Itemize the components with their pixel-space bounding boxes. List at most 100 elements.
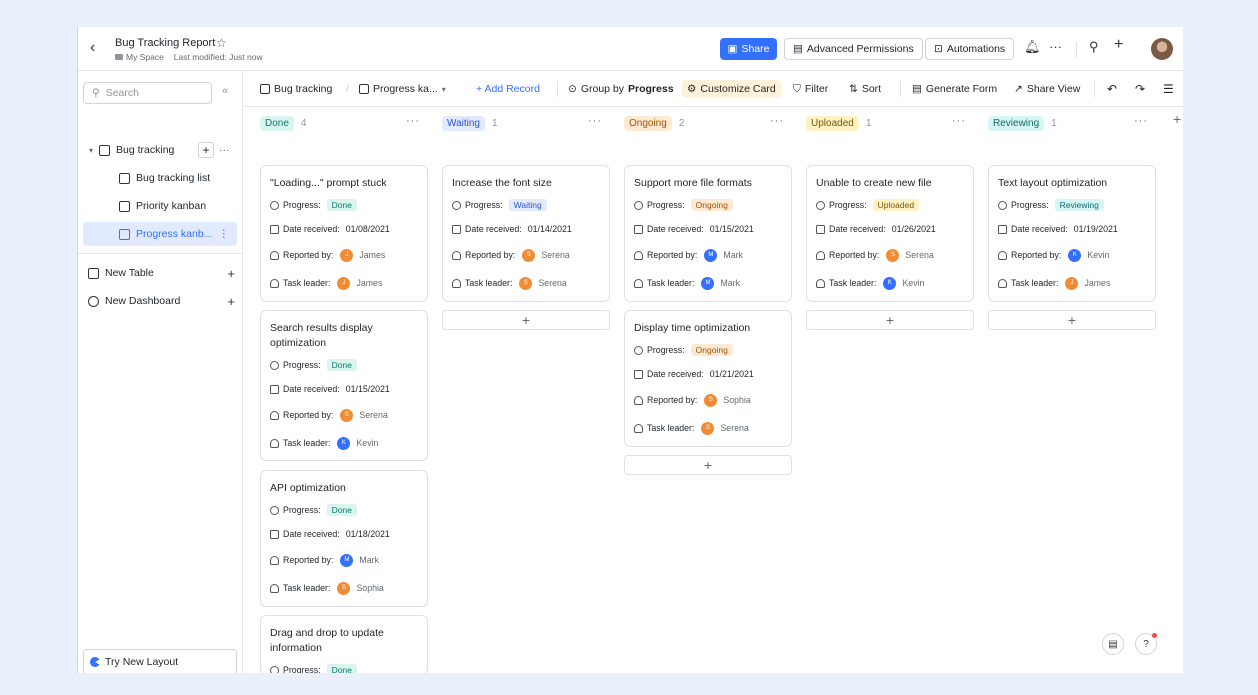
person-icon	[634, 395, 643, 405]
sidebar-view-progress-kanban[interactable]: Progress kanb... ⋮	[83, 222, 237, 246]
grid-view-icon	[119, 172, 130, 184]
sort-button[interactable]: ⇅ Sort	[849, 80, 881, 98]
column-status-tag[interactable]: Uploaded	[806, 116, 859, 131]
record-card[interactable]: API optimization Progress: Done Date receiv…	[260, 470, 428, 607]
add-column-icon[interactable]: +	[1173, 111, 1181, 127]
generate-form-button[interactable]: ▤ Generate Form	[912, 80, 997, 98]
help-icon[interactable]: ?	[1135, 633, 1157, 655]
bell-icon[interactable]: 🔔︎	[1024, 39, 1041, 55]
column-status-tag[interactable]: Reviewing	[988, 116, 1045, 131]
view-switcher[interactable]: Progress ka... ▾	[359, 80, 446, 98]
share-button[interactable]: ▣ Share	[720, 38, 777, 60]
add-dashboard-icon[interactable]: +	[227, 294, 235, 309]
more-icon[interactable]: ···	[219, 144, 230, 156]
search-input[interactable]: ⚲ Search	[83, 82, 212, 104]
field-label: Date received:	[283, 529, 340, 539]
card-field: Progress: Done	[270, 663, 357, 673]
leader-avatar: J	[1065, 276, 1079, 290]
column-status-tag[interactable]: Done	[260, 116, 294, 131]
calendar-icon	[634, 369, 643, 379]
caret-down-icon: ▾	[441, 84, 446, 94]
record-card[interactable]: Support more file formats Progress: Ongoin…	[624, 165, 792, 302]
person-icon	[452, 278, 461, 288]
reporter-name: Serena	[905, 250, 934, 260]
try-new-layout-button[interactable]: Try New Layout	[83, 649, 237, 673]
column-count: 4	[300, 118, 307, 129]
add-table-icon[interactable]: +	[227, 266, 235, 281]
column-more-icon[interactable]: ···	[1134, 115, 1148, 127]
add-card-button[interactable]: +	[806, 310, 974, 330]
card-field: Progress: Uploaded	[816, 198, 920, 212]
add-card-button[interactable]: +	[624, 455, 792, 475]
back-arrow-icon[interactable]: ‹	[90, 39, 95, 57]
filter-button[interactable]: ⛉ Filter	[793, 80, 828, 98]
sidebar-new-dashboard[interactable]: New Dashboard +	[78, 289, 243, 313]
record-card[interactable]: Text layout optimization Progress: Reviewi…	[988, 165, 1156, 302]
column-more-icon[interactable]: ···	[952, 115, 966, 127]
person-icon	[998, 278, 1007, 288]
date-value: 01/14/2021	[527, 224, 572, 234]
field-label: Task leader:	[283, 583, 331, 593]
kanban-icon	[119, 200, 130, 212]
sidebar-view-list[interactable]: Bug tracking list	[78, 166, 243, 190]
column-status-tag[interactable]: Waiting	[442, 116, 485, 131]
advanced-permissions-button[interactable]: ▤ Advanced Permissions	[784, 38, 923, 60]
progress-pill: Waiting	[508, 199, 547, 211]
record-card[interactable]: Display time optimization Progress: Ongoin…	[624, 310, 792, 447]
column-more-icon[interactable]: ···	[588, 115, 602, 127]
star-icon[interactable]: ☆	[216, 36, 227, 50]
record-card[interactable]: Increase the font size Progress: Waiting Da…	[442, 165, 610, 302]
share-view-button[interactable]: ↗ Share View	[1014, 80, 1080, 98]
user-avatar[interactable]	[1151, 38, 1173, 60]
document-title[interactable]: Bug Tracking Report	[115, 37, 215, 49]
document-icon[interactable]: ▤	[1102, 633, 1124, 655]
add-view-icon[interactable]: +	[198, 142, 214, 158]
field-label: Progress:	[1011, 200, 1049, 210]
person-icon	[634, 423, 643, 433]
add-record-button[interactable]: + Add Record	[476, 80, 540, 98]
location[interactable]: My Space	[115, 52, 164, 62]
more-icon[interactable]: ···	[1049, 39, 1062, 54]
calendar-icon	[816, 224, 825, 234]
leader-name: James	[1084, 278, 1111, 288]
sidebar-new-table[interactable]: New Table +	[78, 261, 243, 285]
record-card[interactable]: Unable to create new file Progress: Upload…	[806, 165, 974, 302]
search-icon[interactable]: ⚲	[1089, 39, 1099, 55]
column-status-tag[interactable]: Ongoing	[624, 116, 672, 131]
table-icon	[260, 84, 270, 94]
add-card-button[interactable]: +	[988, 310, 1156, 330]
add-card-button[interactable]: +	[442, 310, 610, 330]
card-field: Reported by: S Sophia	[634, 393, 751, 407]
record-card[interactable]: Search results display optimization Progr…	[260, 310, 428, 461]
progress-icon	[270, 505, 279, 515]
reporter-avatar: M	[704, 248, 718, 262]
record-card[interactable]: "Loading..." prompt stuck Progress: Done Da…	[260, 165, 428, 302]
record-card[interactable]: Drag and drop to update information Progr…	[260, 615, 428, 673]
add-icon[interactable]: +	[1114, 36, 1123, 54]
group-by-button[interactable]: ⊙ Group by Progress	[568, 80, 674, 98]
column-more-icon[interactable]: ···	[770, 115, 784, 127]
sidebar-table-bug-tracking[interactable]: ▾ Bug tracking + ···	[78, 138, 243, 162]
column-header: Ongoing 2	[624, 116, 684, 131]
column-more-icon[interactable]: ···	[406, 115, 420, 127]
leader-name: Sophia	[356, 583, 384, 593]
person-icon	[634, 278, 643, 288]
panel-settings-icon[interactable]: ☰	[1163, 80, 1174, 98]
table-switcher[interactable]: Bug tracking	[260, 80, 332, 98]
card-field: Reported by: M Mark	[270, 553, 379, 567]
vertical-more-icon[interactable]: ⋮	[219, 228, 230, 240]
caret-down-icon[interactable]: ▾	[89, 146, 93, 155]
share-icon: ↗	[1014, 83, 1023, 95]
sidebar-view-priority-kanban[interactable]: Priority kanban	[78, 194, 243, 218]
customize-card-button[interactable]: ⚙ Customize Card	[682, 80, 781, 98]
date-value: 01/08/2021	[345, 224, 390, 234]
card-title: Support more file formats	[634, 177, 752, 189]
reporter-avatar: S	[704, 393, 718, 407]
automations-button[interactable]: ⊡ Automations	[925, 38, 1015, 60]
card-field: Progress: Reviewing	[998, 198, 1104, 212]
redo-icon[interactable]: ↷	[1135, 80, 1145, 98]
undo-icon[interactable]: ↶	[1107, 80, 1117, 98]
dashboard-icon	[88, 295, 99, 307]
collapse-sidebar-icon[interactable]: «	[222, 85, 228, 97]
kanban-column-ongoing: Ongoing 2 ··· Support more file formats Prog…	[608, 107, 792, 673]
